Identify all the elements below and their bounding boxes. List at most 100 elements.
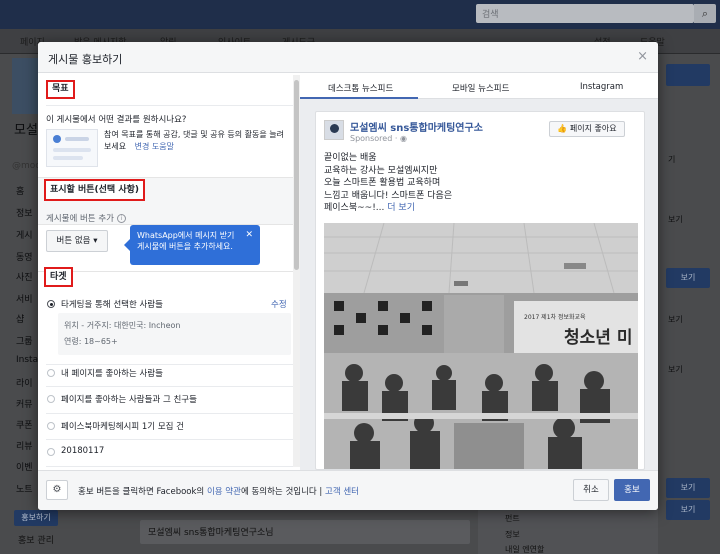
target-radio[interactable]	[47, 448, 55, 456]
target-option-likers-friends[interactable]: 페이지를 좋아하는 사람들과 그 친구들	[61, 393, 197, 405]
goal-dot-icon	[53, 135, 61, 143]
tab-desktop-newsfeed[interactable]: 데스크톱 뉴스피드	[328, 82, 393, 94]
target-radio-selected[interactable]	[47, 300, 55, 308]
boost-button[interactable]: 홍보	[614, 479, 650, 501]
post-line: 느낌고 배웁니다! 스마트폰 다음은	[324, 190, 453, 201]
see-more-link[interactable]: 더 보기	[387, 203, 415, 213]
boost-settings-panel: 목표 이 게시물에서 어떤 결과를 원하시나요? 참여 목표를 통해 공감, 댓…	[38, 73, 300, 470]
dialog-header: 게시물 홍보하기 ×	[38, 42, 658, 73]
sidebar-item-videos[interactable]: 동영	[16, 250, 33, 263]
sidebar-item-photos[interactable]: 사진	[16, 270, 33, 283]
cancel-button[interactable]: 취소	[573, 479, 609, 501]
cta-button-select[interactable]: 버튼 없음 ▾	[46, 230, 108, 252]
support-link[interactable]: 고객 센터	[325, 487, 359, 497]
dialog-footer: ⚙ 홍보 버튼을 클릭하면 Facebook의 이용 약관에 동의하는 것입니다…	[38, 470, 658, 510]
sidebar-item-community[interactable]: 커뮤	[16, 397, 33, 410]
sidebar-item-events[interactable]: 이벤	[16, 460, 33, 473]
promotions-manage-link[interactable]: 홍보 관리	[18, 533, 54, 546]
target-heading: 타겟	[44, 267, 73, 287]
terms-text: 홍보 버튼을 클릭하면 Facebook의 이용 약관에 동의하는 것입니다 |…	[78, 485, 359, 497]
ad-preview-panel: 데스크톱 뉴스피드 모바일 뉴스피드 Instagram 모설엠씨 sns통합마…	[300, 73, 658, 470]
like-page-button[interactable]: 👍 페이지 좋아요	[549, 121, 625, 137]
sidebar-item-coupons[interactable]: 쿠폰	[16, 418, 33, 431]
post-line: 오늘 스마트폰 활용법 교육하며	[324, 178, 441, 188]
goal-illustration	[46, 129, 98, 167]
target-option-page-likers[interactable]: 내 페이지를 좋아하는 사람들	[61, 367, 163, 379]
post-page-name[interactable]: 모설엠씨 sns통합마케팅연구소	[350, 119, 483, 134]
right-view-button[interactable]: 보기	[666, 268, 710, 288]
search-input[interactable]: 검색	[476, 4, 694, 23]
goal-change-link[interactable]: 변경	[135, 142, 150, 151]
photo-banner-text: 2017 제1차 정보화교육	[524, 313, 586, 321]
sponsored-text: Sponsored ·	[350, 134, 400, 143]
target-option-saved-audience[interactable]: 페이스북마케팅헤시피 1기 모집 건	[61, 420, 184, 432]
tooltip-arrow	[124, 239, 130, 251]
target-details-box: 위치 - 거주지: 대한민국: Incheon 연령: 18~65+	[58, 313, 291, 355]
target-edit-link[interactable]: 수정	[271, 298, 287, 310]
post-preview-card: 모설엠씨 sns통합마케팅연구소 Sponsored · ◉ 👍 페이지 좋아요…	[315, 111, 645, 470]
right-link[interactable]: 보기	[668, 214, 683, 225]
goal-bar	[53, 156, 83, 160]
dialog-title: 게시물 홍보하기	[48, 53, 123, 66]
goal-description: 참여 목표를 통해 공감, 댓글 및 공유 등의 활동을 늘려보세요 변경 도움…	[104, 129, 290, 153]
sidebar-item-services[interactable]: 서비	[16, 292, 33, 305]
right-action-button[interactable]	[666, 64, 710, 86]
right-link[interactable]: 보기	[668, 314, 683, 325]
target-radio[interactable]	[47, 395, 55, 403]
cta-question: 게시물에 버튼 추가	[46, 214, 114, 224]
post-photo: 2017 제1차 정보화교육 청소년 미	[324, 223, 638, 469]
target-radio[interactable]	[47, 422, 55, 430]
post-line: 끝이없는 배움	[324, 153, 377, 163]
sidebar-item-shop[interactable]: 샵	[16, 312, 24, 325]
sidebar-item-reviews[interactable]: 리뷰	[16, 439, 33, 452]
close-icon[interactable]: ×	[637, 49, 648, 64]
preview-tabs: 데스크톱 뉴스피드 모바일 뉴스피드 Instagram	[300, 73, 658, 99]
left-sidebar: 홈 정보 게시 동영 사진 서비 샵 그룹 Instag 라이 커뮤 쿠폰 리뷰…	[0, 54, 44, 554]
page-avatar	[324, 120, 344, 140]
terms-suffix: 에 동의하는 것입니다 |	[240, 487, 325, 497]
gear-icon[interactable]: ⚙	[46, 480, 68, 500]
goal-bar	[53, 148, 91, 152]
goal-heading: 목표	[46, 80, 75, 99]
sponsored-label: Sponsored · ◉	[350, 134, 407, 143]
background-list-item: 내일 엔연할	[505, 545, 545, 554]
active-tab-indicator	[300, 97, 418, 99]
tab-instagram[interactable]: Instagram	[580, 82, 623, 92]
tab-mobile-newsfeed[interactable]: 모바일 뉴스피드	[452, 82, 509, 94]
sidebar-item-posts[interactable]: 게시	[16, 228, 33, 241]
left-panel-scrollbar-thumb[interactable]	[294, 80, 299, 270]
classroom-photo-image: 2017 제1차 정보화교육 청소년 미	[324, 223, 638, 469]
boost-post-dialog: 게시물 홍보하기 × 목표 이 게시물에서 어떤 결과를 원하시나요? 참여 목…	[38, 42, 658, 510]
right-view-button[interactable]: 보기	[666, 478, 710, 498]
thumbs-up-icon: 👍	[557, 124, 568, 133]
right-link[interactable]: 보기	[668, 364, 683, 375]
sidebar-item-notes[interactable]: 노트	[16, 482, 33, 495]
target-age: 연령: 18~65+	[64, 337, 118, 346]
target-option-saved-audience-2[interactable]: 20180117	[61, 446, 104, 456]
info-icon[interactable]: i	[116, 214, 126, 223]
right-column: 기 보기 보기 보기 보기 보기 보기	[658, 54, 720, 554]
target-option-custom[interactable]: 타게팅을 통해 선택한 사람들	[61, 298, 163, 310]
tooltip-text: WhatsApp에서 메시지 받기 게시물에 버튼을 추가하세요.	[137, 231, 235, 251]
sidebar-item-about[interactable]: 정보	[16, 206, 33, 219]
terms-link[interactable]: 이용 약관	[207, 487, 241, 497]
target-radio[interactable]	[47, 369, 55, 377]
top-bar: 검색 ⌕	[0, 0, 720, 29]
target-location: 위치 - 거주지: 대한민국: Incheon	[64, 321, 181, 330]
sidebar-item-home[interactable]: 홈	[16, 184, 24, 197]
goal-text: 참여 목표를 통해 공감, 댓글 및 공유 등의 활동을 늘려보세요	[104, 130, 284, 151]
right-view-button[interactable]: 보기	[666, 500, 710, 520]
right-link[interactable]: 기	[668, 154, 675, 165]
sidebar-item-groups[interactable]: 그룹	[16, 334, 33, 347]
background-post-author: 모설엠씨 sns통합마케팅연구소님	[148, 528, 274, 538]
goal-bar	[65, 137, 89, 141]
like-page-label: 페이지 좋아요	[569, 124, 617, 133]
sidebar-item-live[interactable]: 라이	[16, 376, 33, 389]
tooltip-close-icon[interactable]: ✕	[245, 230, 253, 241]
goal-help-link[interactable]: 도움말	[152, 142, 174, 151]
goal-question: 이 게시물에서 어떤 결과를 원하시나요?	[46, 115, 187, 125]
cta-question-row: 게시물에 버튼 추가 i	[46, 212, 126, 224]
promote-button[interactable]: 홍보하기	[14, 510, 58, 526]
post-line: 교육하는 강사는 모설엠씨지만	[324, 165, 438, 176]
search-icon[interactable]: ⌕	[694, 4, 716, 23]
